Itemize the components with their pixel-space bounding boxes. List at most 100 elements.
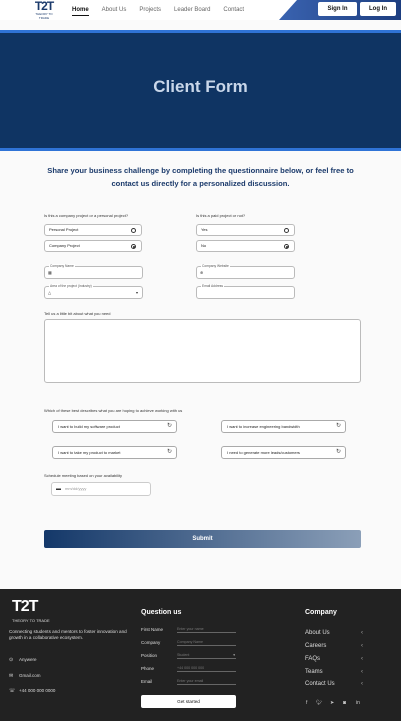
- nav-link-home[interactable]: Home: [72, 7, 89, 16]
- first-name-input[interactable]: Enter your name: [177, 627, 236, 633]
- email-label: Email: [141, 679, 153, 684]
- radio-label: Yes: [201, 227, 208, 232]
- radio-selected-icon: [131, 244, 136, 249]
- footer-address: ⊙ Anywere: [9, 657, 37, 663]
- goal-label: I want to build my software product: [58, 424, 120, 429]
- page-title: Client Form: [153, 77, 248, 96]
- chevron-left-icon: ‹: [361, 643, 363, 649]
- telegram-icon[interactable]: ➤: [330, 700, 334, 706]
- company-website-label: Company Website: [201, 264, 230, 268]
- question-goal: Which of these best describes what you a…: [44, 408, 183, 413]
- question-paid: Is this a paid project or not?: [196, 213, 246, 218]
- footer-logo-subtitle: THEORY TO TRADE: [12, 618, 50, 623]
- question-project-type: Is this a company project or a personal …: [44, 213, 129, 218]
- radio-selected-icon: [284, 244, 289, 249]
- footer-email[interactable]: ✉ Gmail.com: [9, 673, 41, 679]
- phone-label: Phone: [141, 666, 155, 671]
- mail-icon: ✉: [9, 673, 14, 679]
- footer-tagline: Connecting students and mentors to foste…: [9, 629, 127, 640]
- position-label: Position: [141, 653, 158, 658]
- company-heading: Company: [305, 609, 337, 616]
- radio-personal-project[interactable]: Personal Project: [44, 224, 142, 236]
- refresh-icon: ↻: [335, 449, 341, 455]
- link-label: Teams: [305, 669, 323, 675]
- link-label: Contact Us: [305, 681, 335, 687]
- industry-select[interactable]: Area of the project (Industry) △ ▾: [44, 284, 143, 299]
- radio-circle-icon: [131, 228, 136, 233]
- needs-textarea[interactable]: [44, 319, 361, 383]
- facebook-icon[interactable]: f: [306, 700, 307, 706]
- phone-icon: ☏: [9, 688, 16, 694]
- link-label: FAQs: [305, 656, 321, 662]
- first-name-label: First Name: [141, 627, 164, 632]
- link-label: Careers: [305, 643, 327, 649]
- question-tell-us: Tell us a little bit about what you need: [44, 311, 111, 316]
- radio-label: No: [201, 243, 207, 248]
- footer-logo[interactable]: T2T: [12, 599, 38, 615]
- footer-email-input[interactable]: Enter your email: [177, 679, 236, 685]
- footer-link-faqs[interactable]: FAQs ‹: [305, 656, 363, 662]
- chevron-left-icon: ‹: [361, 681, 363, 687]
- phone-input[interactable]: +44 000 000 000: [177, 666, 236, 672]
- instagram-icon[interactable]: ◙: [343, 700, 346, 706]
- nav-link-leaderboard[interactable]: Leader Board: [174, 7, 210, 16]
- nav-link-projects[interactable]: Projects: [139, 7, 161, 16]
- radio-paid-no[interactable]: No: [196, 240, 295, 252]
- footer-link-about[interactable]: About Us ‹: [305, 630, 363, 636]
- company-website-input[interactable]: Company Website ⊕: [196, 264, 295, 279]
- company-name-input[interactable]: Company Name ▦: [44, 264, 143, 279]
- email-text: Gmail.com: [19, 673, 41, 678]
- radio-paid-yes[interactable]: Yes: [196, 224, 295, 236]
- chevron-left-icon: ‹: [361, 656, 363, 662]
- chevron-down-icon: ▾: [135, 290, 138, 295]
- radio-company-project[interactable]: Company Project: [44, 240, 142, 252]
- company-input[interactable]: Company Name: [177, 640, 236, 646]
- top-navbar: T2T THEORY TO TRADE Home About Us Projec…: [0, 0, 401, 20]
- goal-option-build[interactable]: I want to build my software product ↻: [52, 420, 177, 433]
- calendar-icon: ▬: [56, 486, 61, 492]
- position-select[interactable]: Student ▾: [177, 653, 236, 659]
- question-us-heading: Question us: [141, 609, 182, 616]
- shapes-icon: △: [48, 290, 52, 295]
- globe-icon: ⊕: [200, 270, 204, 275]
- twitter-icon[interactable]: 🐦︎: [316, 700, 322, 706]
- logo-mark: T2T: [34, 0, 54, 13]
- company-name-label: Company Name: [49, 264, 75, 268]
- radio-label: Company Project: [49, 243, 80, 248]
- industry-label: Area of the project (Industry): [49, 284, 93, 288]
- nav-link-about[interactable]: About Us: [102, 7, 127, 16]
- building-icon: ▦: [48, 270, 52, 275]
- question-schedule: Schedule meeting based on your availabil…: [44, 473, 123, 478]
- footer-link-teams[interactable]: Teams ‹: [305, 669, 363, 675]
- hero-banner: Client Form: [0, 30, 401, 151]
- log-in-button[interactable]: Log In: [360, 2, 396, 16]
- sign-in-button[interactable]: Sign In: [318, 2, 357, 16]
- position-value: Student: [177, 653, 190, 657]
- footer-link-contact[interactable]: Contact Us ‹: [305, 681, 363, 687]
- submit-button[interactable]: Submit: [44, 530, 361, 548]
- intro-text: Share your business challenge by complet…: [47, 166, 354, 188]
- nav-link-contact[interactable]: Contact: [223, 7, 244, 16]
- refresh-icon: ↻: [335, 423, 341, 429]
- address-text: Anywere: [19, 657, 37, 662]
- goal-option-market[interactable]: I want to take my product to market ↻: [52, 446, 177, 459]
- goal-option-leads[interactable]: I need to generate more leads/customers ↻: [221, 446, 346, 459]
- meeting-date-input[interactable]: ▬ mm/dd/yyyy: [51, 482, 151, 496]
- company-label: Company: [141, 640, 161, 645]
- linkedin-icon[interactable]: in: [356, 700, 360, 706]
- chevron-left-icon: ‹: [361, 630, 363, 636]
- footer-phone[interactable]: ☏ +44 000 000 0000: [9, 688, 55, 694]
- refresh-icon: ↻: [166, 449, 172, 455]
- goal-label: I need to generate more leads/customers: [227, 450, 300, 455]
- email-input[interactable]: Email Address: [196, 284, 295, 299]
- logo-subtitle: THEORY TO TRADE: [35, 12, 53, 20]
- goal-option-bandwidth[interactable]: I want to increase engineering bandwidth…: [221, 420, 346, 433]
- get-started-button[interactable]: Get started: [141, 695, 236, 708]
- footer-link-careers[interactable]: Careers ‹: [305, 643, 363, 649]
- location-pin-icon: ⊙: [9, 657, 14, 663]
- radio-label: Personal Project: [49, 227, 79, 232]
- goal-label: I want to increase engineering bandwidth: [227, 424, 300, 429]
- brand-logo[interactable]: T2T THEORY TO TRADE: [30, 0, 58, 20]
- email-label: Email Address: [201, 284, 225, 288]
- link-label: About Us: [305, 630, 330, 636]
